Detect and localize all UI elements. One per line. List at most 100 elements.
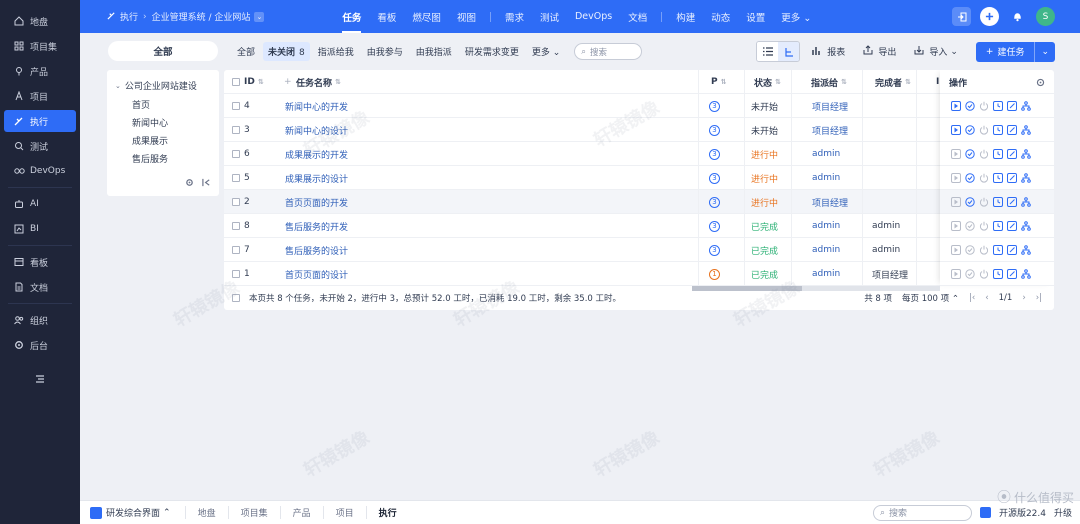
finish-icon[interactable] (964, 100, 975, 111)
assigned-to[interactable]: 项目经理 (812, 190, 848, 214)
breadcrumb-current[interactable]: 企业管理系统 / 企业网站 (152, 10, 251, 23)
nav-tab[interactable]: DevOps (575, 11, 612, 22)
nav-tab[interactable]: 动态 (711, 10, 730, 24)
record-hours-icon[interactable] (992, 124, 1003, 135)
breadcrumb-root[interactable]: 执行 (120, 10, 138, 23)
task-name-link[interactable]: 售后服务的设计 (285, 238, 348, 262)
assigned-to[interactable]: 项目经理 (812, 94, 848, 118)
switch-execution-icon[interactable]: ⌄ (254, 11, 265, 22)
col-name[interactable]: 任务名称 ⇅ (296, 70, 341, 94)
row-checkbox[interactable] (232, 102, 240, 110)
close-task-icon[interactable] (978, 124, 989, 135)
nav-tab[interactable]: 看板 (377, 10, 396, 24)
sidebar-item-bi[interactable]: BI (4, 218, 76, 240)
record-hours-icon[interactable] (992, 172, 1003, 183)
row-checkbox[interactable] (232, 174, 240, 182)
create-task-dropdown-icon[interactable]: ⌄ (1034, 41, 1055, 62)
subtask-icon[interactable] (1020, 244, 1031, 255)
record-hours-icon[interactable] (992, 148, 1003, 159)
chevron-down-icon[interactable]: ⌄ (115, 82, 121, 90)
start-icon[interactable] (950, 244, 961, 255)
close-task-icon[interactable] (978, 268, 989, 279)
edit-icon[interactable] (1006, 100, 1017, 111)
table-row[interactable]: 8 售后服务的开发 3 已完成 admin admin (224, 214, 1054, 238)
search-input[interactable]: ⌕ 搜索 (574, 43, 643, 60)
task-name-link[interactable]: 售后服务的开发 (285, 214, 348, 238)
finish-icon[interactable] (964, 196, 975, 207)
collapse-sidebar-icon[interactable] (35, 374, 45, 387)
filter-tab[interactable]: 由我指派 (411, 42, 457, 61)
upgrade-link[interactable]: 升级 (1054, 506, 1072, 519)
record-hours-icon[interactable] (992, 100, 1003, 111)
record-hours-icon[interactable] (992, 196, 1003, 207)
filter-tab[interactable]: 指派给我 (313, 42, 359, 61)
finish-icon[interactable] (964, 220, 975, 231)
finish-icon[interactable] (964, 124, 975, 135)
taskbar-tab[interactable]: 项目 (322, 506, 366, 519)
nav-tab[interactable]: 视图 (457, 10, 476, 24)
table-row[interactable]: 6 成果展示的开发 3 进行中 admin (224, 142, 1054, 166)
finish-icon[interactable] (964, 172, 975, 183)
edit-icon[interactable] (1006, 244, 1017, 255)
filter-tab[interactable]: 研发需求变更 (460, 42, 524, 61)
sidebar-item-program[interactable]: 项目集 (4, 35, 76, 57)
col-finished[interactable]: 完成者 ⇅ (875, 70, 911, 94)
taskbar-tab[interactable]: 地盘 (184, 506, 228, 519)
list-view-icon[interactable] (757, 42, 779, 61)
finish-icon[interactable] (964, 268, 975, 279)
subtask-icon[interactable] (1020, 172, 1031, 183)
table-row[interactable]: 5 成果展示的设计 3 进行中 admin (224, 166, 1054, 190)
filter-tab[interactable]: 由我参与 (362, 42, 408, 61)
task-name-link[interactable]: 新闻中心的设计 (285, 118, 348, 142)
record-hours-icon[interactable] (992, 220, 1003, 231)
table-row[interactable]: 1 首页页面的设计 1 已完成 admin 项目经理 (224, 262, 1054, 286)
sidebar-item-project[interactable]: 项目 (4, 85, 76, 107)
global-search-input[interactable]: ⌕ 搜索 (872, 504, 972, 521)
select-all-checkbox[interactable] (232, 78, 240, 86)
start-icon[interactable] (950, 196, 961, 207)
sidebar-item-kanban[interactable]: 看板 (4, 251, 76, 273)
col-status[interactable]: 状态 ⇅ (754, 70, 781, 94)
row-checkbox[interactable] (232, 126, 240, 134)
expand-all-icon[interactable]: + (284, 70, 292, 94)
assigned-to[interactable]: admin (812, 214, 840, 238)
task-name-link[interactable]: 首页页面的设计 (285, 262, 348, 286)
filter-tab[interactable]: 更多 ⌄ (527, 42, 565, 61)
nav-tab[interactable]: 需求 (505, 10, 524, 24)
exit-icon[interactable] (952, 7, 971, 26)
assigned-to[interactable]: admin (812, 142, 840, 166)
col-id[interactable]: ID ⇅ (244, 70, 264, 94)
first-page-icon[interactable]: |‹ (969, 293, 975, 303)
collapse-panel-icon[interactable] (202, 178, 211, 190)
assigned-to[interactable]: admin (812, 262, 840, 286)
subtask-icon[interactable] (1020, 100, 1031, 111)
close-task-icon[interactable] (978, 196, 989, 207)
sidebar-item-devops[interactable]: DevOps (4, 160, 76, 182)
column-settings-icon[interactable] (1036, 70, 1045, 94)
import-button[interactable]: 导入 ⌄ (914, 45, 958, 58)
col-extra[interactable]: I (936, 70, 939, 94)
taskbar-tab[interactable]: 执行 (365, 506, 409, 519)
assigned-to[interactable]: admin (812, 238, 840, 262)
module-all-button[interactable]: 全部 (108, 41, 218, 61)
tree-root[interactable]: ⌄ 公司企业网站建设 (115, 79, 197, 93)
subtask-icon[interactable] (1020, 196, 1031, 207)
prev-page-icon[interactable]: ‹ (985, 293, 988, 303)
row-checkbox[interactable] (232, 198, 240, 206)
upgrade-notice-icon[interactable] (979, 507, 991, 518)
row-checkbox[interactable] (232, 222, 240, 230)
tree-node[interactable]: 售后服务 (132, 152, 168, 165)
close-task-icon[interactable] (978, 244, 989, 255)
edit-icon[interactable] (1006, 148, 1017, 159)
record-hours-icon[interactable] (992, 244, 1003, 255)
row-checkbox[interactable] (232, 246, 240, 254)
filter-tab[interactable]: 全部 (232, 42, 260, 61)
close-task-icon[interactable] (978, 100, 989, 111)
finish-icon[interactable] (964, 148, 975, 159)
app-switcher[interactable]: 研发综合界面 ⌃ (90, 506, 171, 519)
nav-tab[interactable]: 任务 (342, 10, 362, 33)
col-assigned[interactable]: 指派给 ⇅ (811, 70, 847, 94)
close-task-icon[interactable] (978, 220, 989, 231)
start-icon[interactable] (950, 172, 961, 183)
sidebar-item-ai[interactable]: AI (4, 193, 76, 215)
